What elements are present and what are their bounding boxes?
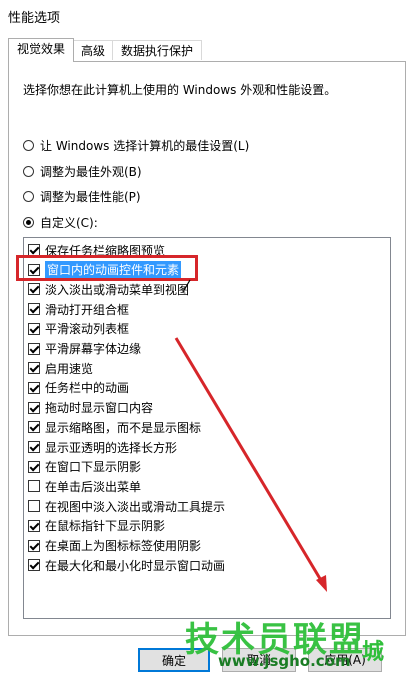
annotation-arrow-line bbox=[174, 337, 324, 583]
annotation-arrows bbox=[174, 279, 327, 592]
watermark-suffix: 城 bbox=[362, 640, 385, 665]
watermark-url: www.jsgho.com bbox=[218, 652, 351, 670]
cursor-icon bbox=[182, 279, 191, 293]
tab-visual-effects[interactable]: 视觉效果 bbox=[8, 38, 74, 62]
